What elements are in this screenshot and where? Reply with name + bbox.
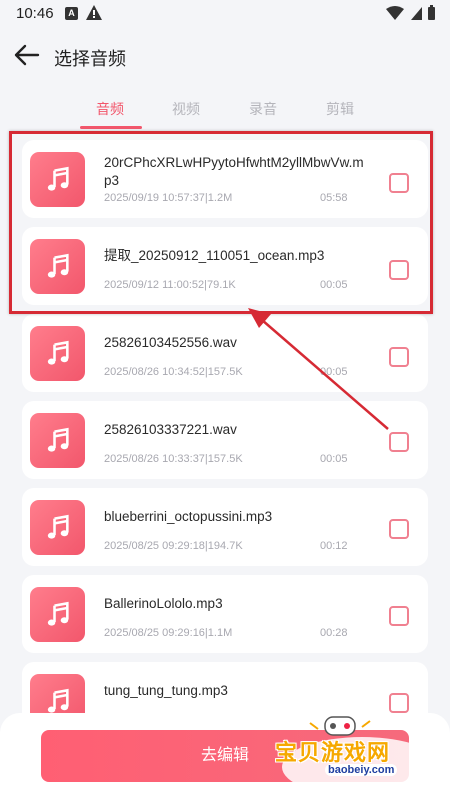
highlight-annotation-box <box>9 131 433 314</box>
watermark-text: 宝贝游戏网 <box>275 740 391 765</box>
audio-thumbnail <box>30 413 85 468</box>
header: 选择音频 <box>0 30 450 80</box>
tab-bar: 音频 视频 录音 剪辑 <box>0 92 450 132</box>
file-meta: 2025/08/26 10:33:37|157.5K <box>104 453 243 465</box>
list-item[interactable]: blueberrini_octopussini.mp3 2025/08/25 0… <box>22 488 428 566</box>
watermark-url: baobeiy.com <box>325 764 398 776</box>
file-duration: 00:12 <box>320 540 348 552</box>
select-checkbox[interactable] <box>389 693 409 713</box>
select-checkbox[interactable] <box>389 606 409 626</box>
tab-clip[interactable]: 剪辑 <box>310 99 370 119</box>
status-time: 10:46 <box>16 5 54 22</box>
list-item[interactable]: 25826103337221.wav 2025/08/26 10:33:37|1… <box>22 401 428 479</box>
tab-video[interactable]: 视频 <box>156 99 216 119</box>
file-meta: 2025/08/26 10:34:52|157.5K <box>104 366 243 378</box>
file-name: BallerinoLololo.mp3 <box>104 596 223 611</box>
status-bar: 10:46 A <box>0 0 450 28</box>
music-note-icon <box>47 514 69 539</box>
wifi-battery-icon <box>386 5 435 20</box>
music-note-icon <box>47 340 69 365</box>
back-arrow-icon[interactable] <box>12 42 42 68</box>
app-notification-icon: A <box>65 7 78 20</box>
music-note-icon <box>47 601 69 626</box>
list-item[interactable]: BallerinoLololo.mp3 2025/08/25 09:29:16|… <box>22 575 428 653</box>
select-checkbox[interactable] <box>389 432 409 452</box>
file-meta: 2025/08/25 09:29:18|194.7K <box>104 540 243 552</box>
file-meta: 2025/08/25 09:29:16|1.1M <box>104 627 233 639</box>
file-name: 25826103452556.wav <box>104 335 237 350</box>
file-name: 25826103337221.wav <box>104 422 237 437</box>
music-note-icon <box>47 688 69 713</box>
page-title: 选择音频 <box>54 49 126 69</box>
file-duration: 00:05 <box>320 366 348 378</box>
file-name: tung_tung_tung.mp3 <box>104 683 228 698</box>
warning-icon <box>86 5 102 20</box>
active-tab-indicator <box>80 126 142 129</box>
audio-thumbnail <box>30 326 85 381</box>
audio-thumbnail <box>30 587 85 642</box>
tab-recording[interactable]: 录音 <box>233 99 293 119</box>
list-item[interactable]: 25826103452556.wav 2025/08/26 10:34:52|1… <box>22 314 428 392</box>
audio-thumbnail <box>30 500 85 555</box>
music-note-icon <box>47 427 69 452</box>
select-checkbox[interactable] <box>389 519 409 539</box>
file-name: blueberrini_octopussini.mp3 <box>104 509 273 524</box>
file-duration: 00:05 <box>320 453 348 465</box>
file-duration: 00:28 <box>320 627 348 639</box>
select-checkbox[interactable] <box>389 347 409 367</box>
tab-audio[interactable]: 音频 <box>80 99 140 119</box>
